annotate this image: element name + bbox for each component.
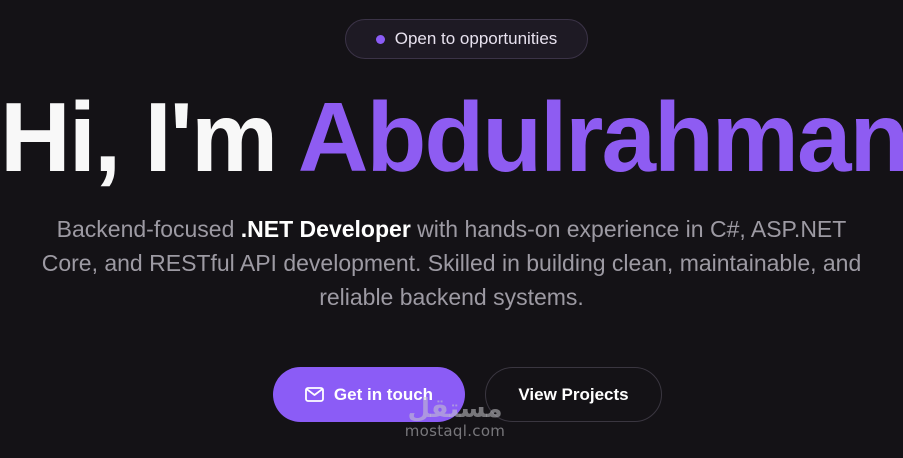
hero-title: Hi, I'm Abdulrahman (0, 82, 903, 192)
view-projects-label: View Projects (518, 384, 629, 404)
watermark: مستقل mostaql.com (380, 396, 530, 440)
availability-badge: Open to opportunities (345, 19, 588, 59)
mail-icon (305, 387, 324, 402)
hero-name: Abdulrahman (297, 82, 903, 192)
hero-description-before: Backend-focused (56, 216, 241, 242)
hero-section: Open to opportunities Hi, I'm Abdulrahma… (0, 0, 903, 458)
status-dot (375, 34, 385, 44)
availability-badge-label: Open to opportunities (394, 29, 558, 48)
hero-description: Backend-focused .NET Developer with hand… (40, 212, 863, 314)
hero-greeting: Hi, I'm (0, 82, 298, 192)
hero-description-highlight: .NET Developer (240, 216, 411, 242)
watermark-url: mostaql.com (404, 422, 506, 440)
watermark-arabic: مستقل (407, 394, 503, 424)
